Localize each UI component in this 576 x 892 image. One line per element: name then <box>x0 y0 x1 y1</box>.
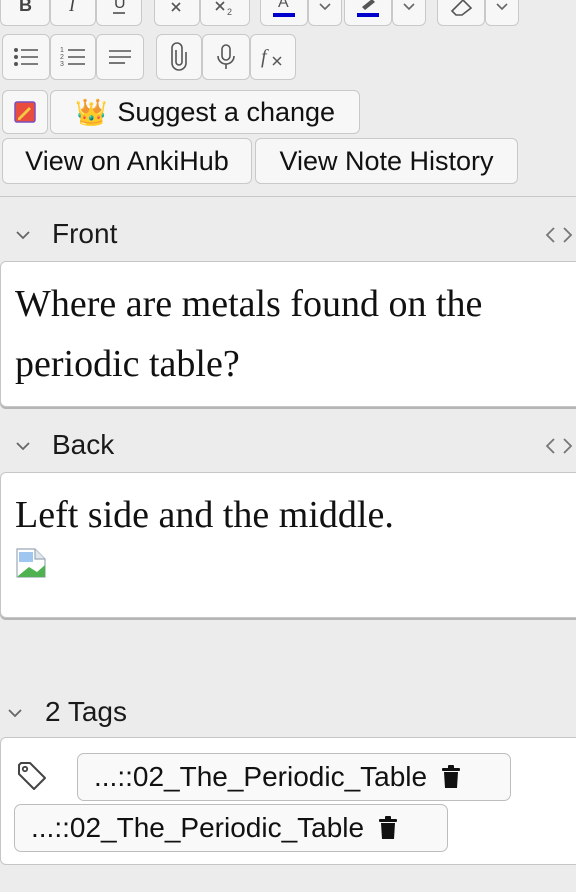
tag-chip[interactable]: ...::02_The_Periodic_Table <box>77 753 511 801</box>
svg-text:I: I <box>68 0 76 15</box>
crown-icon: 👑 <box>74 96 108 127</box>
tag-chip-label: ...::02_The_Periodic_Table <box>94 761 428 792</box>
toolbar-divider <box>0 196 576 197</box>
superscript-icon <box>171 2 181 12</box>
bullet-list-icon <box>14 48 38 66</box>
collapse-front-chevron-icon[interactable] <box>15 230 31 240</box>
svg-text:f: f <box>261 46 269 68</box>
view-on-ankihub-label: View on AnkiHub <box>25 145 229 176</box>
svg-text:U: U <box>114 0 126 12</box>
trash-icon[interactable] <box>441 765 461 789</box>
superscript-button[interactable] <box>154 0 200 26</box>
chevron-down-icon <box>496 3 508 11</box>
subscript-button[interactable]: 2 <box>200 0 250 26</box>
back-field-line: Left side and the middle. <box>15 494 394 536</box>
svg-text:3: 3 <box>60 61 64 68</box>
tags-header: 2 Tags <box>45 696 127 727</box>
function-icon: f <box>261 46 282 68</box>
chevron-down-icon <box>403 3 415 11</box>
align-icon <box>109 50 131 64</box>
suggest-change-button[interactable]: 👑 Suggest a change <box>50 90 360 134</box>
tag-chip[interactable]: ...::02_The_Periodic_Table <box>14 804 448 852</box>
bullet-list-button[interactable] <box>2 34 50 80</box>
collapse-back-chevron-icon[interactable] <box>15 441 31 451</box>
html-editor-toggle-icon[interactable] <box>544 225 574 245</box>
eraser-dropdown[interactable] <box>485 0 519 26</box>
svg-text:B: B <box>19 0 32 15</box>
broken-image-icon <box>16 548 46 578</box>
html-editor-toggle-icon[interactable] <box>544 436 574 456</box>
ankihub-icon-button[interactable] <box>2 90 48 134</box>
eraser-icon <box>450 0 473 16</box>
highlight-icon <box>357 0 379 17</box>
collapse-tags-chevron-icon[interactable] <box>7 708 23 718</box>
back-field-editor[interactable]: Left side and the middle. <box>0 472 576 618</box>
view-note-history-label: View Note History <box>279 145 494 176</box>
front-field-line: periodic table? <box>15 343 240 385</box>
function-button[interactable]: f <box>250 34 296 80</box>
view-note-history-button[interactable]: View Note History <box>255 138 518 184</box>
eraser-button[interactable] <box>437 0 485 26</box>
front-field-label: Front <box>52 218 118 249</box>
suggest-change-label: Suggest a change <box>117 96 336 127</box>
svg-text:2: 2 <box>227 7 232 17</box>
view-on-ankihub-button[interactable]: View on AnkiHub <box>2 138 252 184</box>
svg-text:2: 2 <box>60 54 64 61</box>
text-color-button[interactable]: A <box>260 0 308 26</box>
numbered-list-button[interactable]: 1 2 3 <box>50 34 96 80</box>
note-edit-icon <box>14 101 36 123</box>
bold-button[interactable]: B <box>0 0 50 26</box>
front-field-line: Where are metals found on the <box>15 283 483 325</box>
attach-button[interactable] <box>156 34 202 80</box>
back-field-label: Back <box>52 429 115 460</box>
svg-text:A: A <box>278 0 289 11</box>
underline-button[interactable]: U <box>96 0 142 26</box>
text-color-dropdown[interactable] <box>308 0 342 26</box>
trash-icon[interactable] <box>378 816 398 840</box>
microphone-icon <box>217 44 235 69</box>
front-field-editor[interactable]: Where are metals found on the periodic t… <box>0 261 576 407</box>
subscript-icon: 2 <box>215 1 232 17</box>
tag-icon <box>18 762 46 790</box>
attach-icon <box>171 42 187 71</box>
record-audio-button[interactable] <box>202 34 250 80</box>
italic-button[interactable]: I <box>50 0 96 26</box>
highlight-button[interactable] <box>344 0 392 26</box>
italic-icon: I <box>68 0 76 15</box>
highlight-dropdown[interactable] <box>392 0 426 26</box>
align-button[interactable] <box>96 34 144 80</box>
chevron-down-icon <box>319 3 331 11</box>
underline-icon: U <box>113 0 126 14</box>
svg-text:1: 1 <box>60 47 64 54</box>
text-color-icon: A <box>273 0 295 17</box>
tag-chip-label: ...::02_The_Periodic_Table <box>31 812 365 843</box>
bold-icon: B <box>19 0 32 15</box>
numbered-list-icon: 1 2 3 <box>60 47 85 68</box>
